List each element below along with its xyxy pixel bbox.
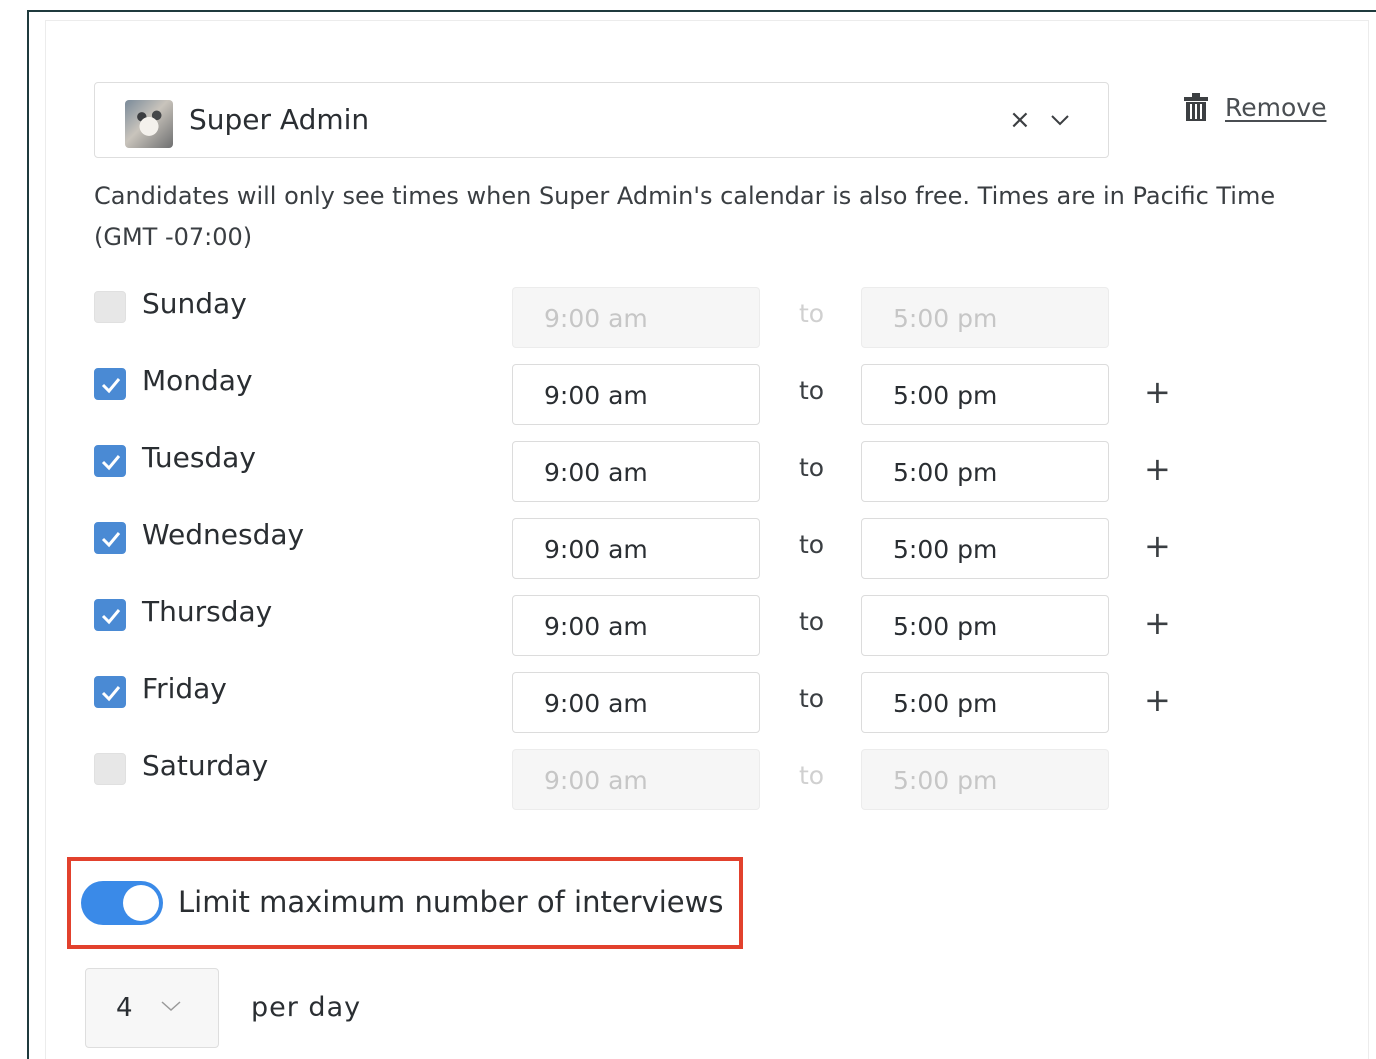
start-time-field[interactable]: 9:00 am: [512, 672, 760, 733]
limit-interviews-toggle[interactable]: [81, 881, 163, 925]
chevron-down-icon[interactable]: [1047, 107, 1073, 133]
per-day-label: per day: [251, 992, 362, 1023]
start-time-field[interactable]: 9:00 am: [512, 441, 760, 502]
end-time-field[interactable]: 5:00 pm: [861, 441, 1109, 502]
checkmark-icon: [101, 532, 121, 548]
day-checkbox[interactable]: [94, 522, 126, 554]
limit-interviews-label: Limit maximum number of interviews: [178, 885, 724, 919]
day-checkbox[interactable]: [94, 368, 126, 400]
add-time-range-icon[interactable]: +: [1144, 682, 1171, 718]
checkmark-icon: [101, 609, 121, 625]
start-time-field: 9:00 am: [512, 287, 760, 348]
end-time-field[interactable]: 5:00 pm: [861, 364, 1109, 425]
day-label: Monday: [142, 364, 253, 397]
add-time-range-icon[interactable]: +: [1144, 528, 1171, 564]
day-checkbox[interactable]: [94, 599, 126, 631]
day-checkbox[interactable]: [94, 445, 126, 477]
checkmark-icon: [101, 455, 121, 471]
trash-icon: [1184, 93, 1208, 121]
max-interviews-value: 4: [116, 993, 133, 1023]
end-time-field: 5:00 pm: [861, 287, 1109, 348]
add-time-range-icon[interactable]: +: [1144, 605, 1171, 641]
max-interviews-select[interactable]: 4: [85, 968, 219, 1048]
day-checkbox[interactable]: [94, 753, 126, 785]
toggle-knob: [123, 885, 159, 921]
interviewer-name: Super Admin: [189, 103, 370, 136]
day-label: Thursday: [142, 595, 273, 628]
avatar: [125, 100, 173, 148]
to-label: to: [799, 299, 825, 328]
checkmark-icon: [101, 378, 121, 394]
day-row-thursday: Thursday 9:00 am to 5:00 pm +: [94, 595, 1194, 657]
end-time-field[interactable]: 5:00 pm: [861, 672, 1109, 733]
day-label: Sunday: [142, 287, 247, 320]
day-row-tuesday: Tuesday 9:00 am to 5:00 pm +: [94, 441, 1194, 503]
availability-info-text: Candidates will only see times when Supe…: [94, 182, 1276, 251]
to-label: to: [799, 453, 825, 482]
interviewer-select[interactable]: Super Admin ×: [94, 82, 1109, 158]
end-time-field[interactable]: 5:00 pm: [861, 518, 1109, 579]
remove-label[interactable]: Remove: [1225, 93, 1326, 122]
day-checkbox[interactable]: [94, 291, 126, 323]
to-label: to: [799, 607, 825, 636]
chevron-down-icon: [161, 1001, 181, 1012]
day-row-saturday: Saturday 9:00 am to 5:00 pm: [94, 749, 1194, 811]
start-time-field[interactable]: 9:00 am: [512, 364, 760, 425]
start-time-field: 9:00 am: [512, 749, 760, 810]
day-row-monday: Monday 9:00 am to 5:00 pm +: [94, 364, 1194, 426]
day-label: Tuesday: [142, 441, 256, 474]
end-time-field[interactable]: 5:00 pm: [861, 595, 1109, 656]
checkmark-icon: [101, 686, 121, 702]
to-label: to: [799, 530, 825, 559]
start-time-field[interactable]: 9:00 am: [512, 518, 760, 579]
day-checkbox[interactable]: [94, 676, 126, 708]
day-label: Friday: [142, 672, 227, 705]
add-time-range-icon[interactable]: +: [1144, 451, 1171, 487]
to-label: to: [799, 376, 825, 405]
clear-icon[interactable]: ×: [1009, 105, 1031, 135]
to-label: to: [799, 761, 825, 790]
day-row-sunday: Sunday 9:00 am to 5:00 pm: [94, 287, 1194, 349]
day-row-friday: Friday 9:00 am to 5:00 pm +: [94, 672, 1194, 734]
day-label: Saturday: [142, 749, 269, 782]
end-time-field: 5:00 pm: [861, 749, 1109, 810]
start-time-field[interactable]: 9:00 am: [512, 595, 760, 656]
add-time-range-icon[interactable]: +: [1144, 374, 1171, 410]
day-row-wednesday: Wednesday 9:00 am to 5:00 pm +: [94, 518, 1194, 580]
remove-button[interactable]: Remove: [1183, 90, 1326, 124]
to-label: to: [799, 684, 825, 713]
day-label: Wednesday: [142, 518, 305, 551]
